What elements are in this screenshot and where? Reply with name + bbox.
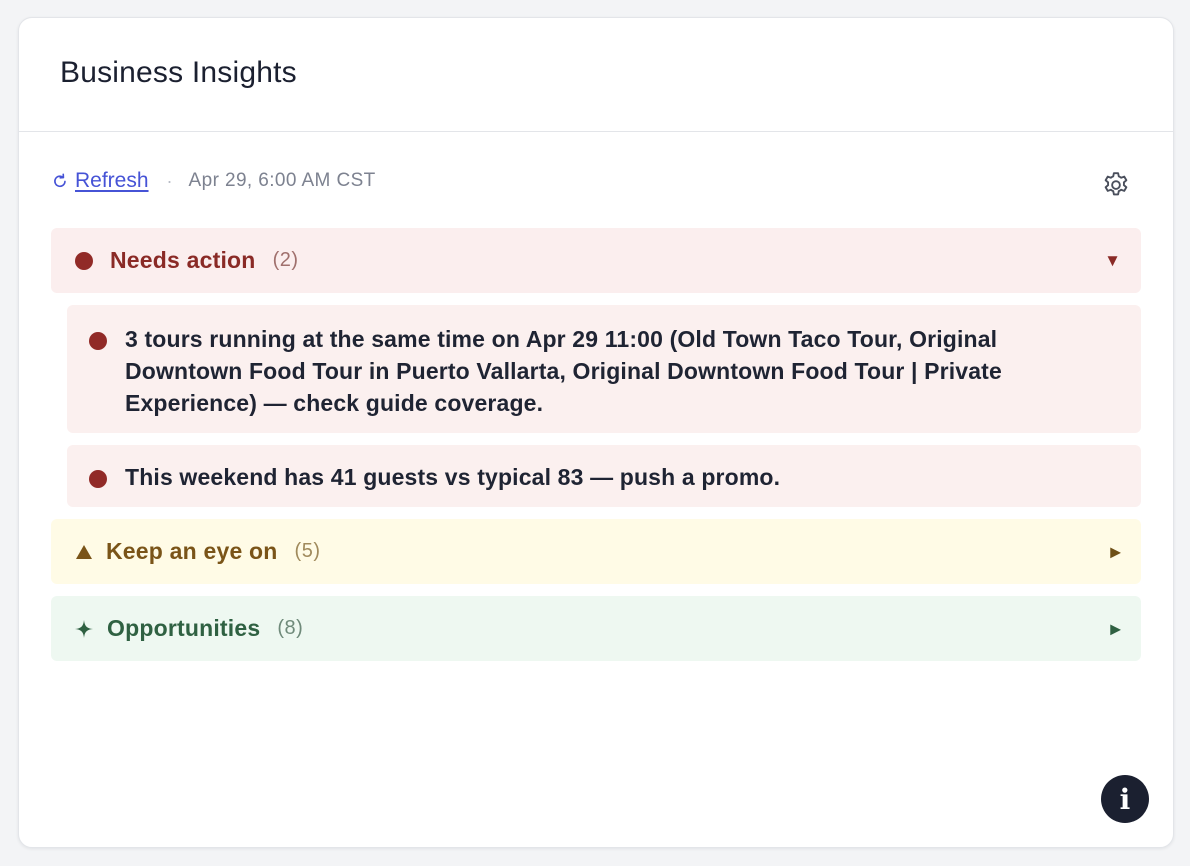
insight-item: This weekend has 41 guests vs typical 83…: [67, 445, 1141, 507]
insight-text: 3 tours running at the same time on Apr …: [125, 326, 1002, 416]
chevron-down-icon: ▼: [1104, 250, 1121, 270]
section-label: Opportunities: [107, 615, 261, 641]
card-header: Business Insights: [19, 18, 1173, 132]
section-opportunities-header[interactable]: Opportunities (8) ▶: [51, 596, 1141, 661]
section-count: (8): [277, 617, 304, 639]
chevron-right-icon: ▶: [1110, 620, 1121, 636]
chevron-right-icon: ▶: [1110, 543, 1121, 559]
separator-dot: ·: [166, 170, 173, 191]
alert-dot-icon: [89, 332, 107, 350]
business-insights-card: Business Insights Refresh · Apr 29, 6:00…: [18, 17, 1174, 848]
section-count: (5): [294, 540, 321, 562]
insight-text: This weekend has 41 guests vs typical 83…: [125, 464, 781, 490]
refresh-label: Refresh: [75, 169, 149, 192]
section-label: Needs action: [110, 247, 256, 273]
warning-triangle-icon: [72, 544, 96, 560]
insight-item: 3 tours running at the same time on Apr …: [67, 305, 1141, 433]
needs-action-dot-icon: [72, 251, 96, 270]
toolbar: Refresh · Apr 29, 6:00 AM CST: [51, 132, 1141, 228]
section-label: Keep an eye on: [106, 538, 278, 564]
refresh-icon: [54, 173, 66, 188]
needs-action-items: 3 tours running at the same time on Apr …: [51, 305, 1141, 507]
alert-dot-icon: [89, 470, 107, 488]
section-keep-an-eye-on-header[interactable]: Keep an eye on (5) ▶: [51, 519, 1141, 584]
last-updated-timestamp: Apr 29, 6:00 AM CST: [188, 170, 376, 191]
section-needs-action-header[interactable]: Needs action (2) ▼: [51, 228, 1141, 293]
info-button[interactable]: i: [1101, 775, 1149, 823]
card-title: Business Insights: [60, 55, 297, 89]
card-body: Refresh · Apr 29, 6:00 AM CST Needs acti…: [19, 132, 1173, 661]
sparkle-icon: [72, 619, 96, 639]
refresh-link[interactable]: Refresh: [51, 169, 149, 193]
section-count: (2): [272, 249, 299, 271]
gear-icon[interactable]: [1101, 170, 1131, 200]
